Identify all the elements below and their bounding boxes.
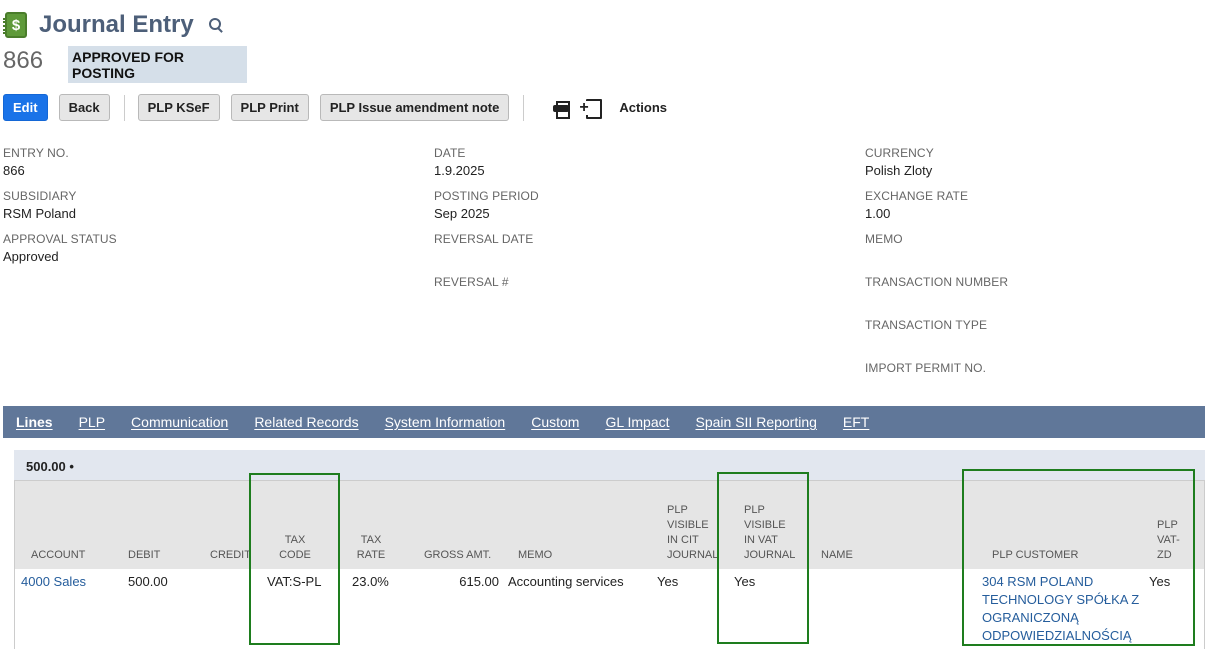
plp-ksef-button[interactable]: PLP KSeF	[137, 94, 220, 121]
column-header-memo: MEMO	[518, 549, 553, 561]
column-header-plp-visible-cit: PLP VISIBLE IN CIT JOURNAL	[667, 504, 719, 561]
status-badge: APPROVED FOR POSTING	[68, 46, 247, 83]
field-exchange-rate: EXCHANGE RATE 1.00	[865, 189, 968, 221]
field-label: MEMO	[865, 232, 903, 246]
field-import-permit: IMPORT PERMIT NO.	[865, 361, 986, 378]
title-row: $ Journal Entry	[3, 10, 224, 40]
column-header-tax-rate: TAX RATE	[356, 534, 386, 561]
tab-custom[interactable]: Custom	[531, 414, 579, 430]
column-header-debit: DEBIT	[128, 549, 161, 561]
field-label: POSTING PERIOD	[434, 189, 539, 203]
journal-dollar-icon: $	[3, 12, 27, 38]
cell-debit: 500.00	[128, 574, 168, 589]
column-header-name: NAME	[821, 549, 853, 561]
field-value: Sep 2025	[434, 206, 490, 221]
cell-account-link[interactable]: 4000 Sales	[21, 573, 86, 591]
field-memo: MEMO	[865, 232, 903, 249]
field-label: TRANSACTION NUMBER	[865, 275, 1009, 289]
field-posting-period: POSTING PERIOD Sep 2025	[434, 189, 539, 221]
cell-memo: Accounting services	[508, 574, 624, 589]
field-value: 866	[3, 163, 25, 178]
column-header-credit: CREDIT	[210, 549, 251, 561]
subtab-expenses-lines[interactable]: 500.00 •	[14, 452, 86, 480]
plp-amendment-button[interactable]: PLP Issue amendment note	[319, 94, 510, 121]
field-transaction-number: TRANSACTION NUMBER	[865, 275, 1008, 292]
plp-print-button[interactable]: PLP Print	[230, 94, 309, 121]
highlight-box-vat-journal	[717, 472, 809, 644]
field-reversal-number: REVERSAL #	[434, 275, 509, 292]
new-document-icon[interactable]	[579, 98, 603, 119]
field-value: 1.9.2025	[434, 163, 485, 178]
field-value: 1.00	[865, 206, 891, 221]
tab-system-information[interactable]: System Information	[385, 414, 506, 430]
field-label: APPROVAL STATUS	[3, 232, 117, 246]
search-icon[interactable]	[208, 17, 224, 33]
toolbar: Edit Back PLP KSeF PLP Print PLP Issue a…	[3, 94, 667, 121]
cell-tax-rate: 23.0%	[352, 574, 389, 589]
page-title: Journal Entry	[39, 11, 194, 38]
tab-bar: Lines PLP Communication Related Records …	[3, 406, 1205, 438]
field-entry-no: ENTRY NO. 866	[3, 146, 69, 178]
field-label: REVERSAL #	[434, 275, 509, 289]
actions-menu[interactable]: Actions	[619, 100, 667, 115]
field-date: DATE 1.9.2025	[434, 146, 485, 178]
tab-eft[interactable]: EFT	[843, 414, 869, 430]
tab-plp[interactable]: PLP	[79, 414, 105, 430]
print-icon[interactable]	[553, 100, 571, 119]
field-label: ENTRY NO.	[3, 146, 69, 160]
field-label: TRANSACTION TYPE	[865, 318, 988, 332]
highlight-box-tax-code	[249, 473, 340, 645]
column-header-account: ACCOUNT	[31, 549, 86, 561]
tab-communication[interactable]: Communication	[131, 414, 228, 430]
highlight-box-customer-vatzd	[962, 469, 1195, 646]
record-number: 866	[3, 47, 44, 74]
field-label: REVERSAL DATE	[434, 232, 534, 246]
cell-gross-amt: 615.00	[459, 574, 499, 589]
field-value: Approved	[3, 249, 59, 264]
column-header-gross-amt: GROSS AMT.	[424, 549, 492, 561]
field-label: IMPORT PERMIT NO.	[865, 361, 987, 375]
tab-related-records[interactable]: Related Records	[254, 414, 358, 430]
tab-lines[interactable]: Lines	[16, 414, 53, 430]
field-value: Polish Zloty	[865, 163, 933, 178]
tab-spain-sii-reporting[interactable]: Spain SII Reporting	[696, 414, 817, 430]
cell-plp-visible-cit: Yes	[657, 574, 679, 589]
field-currency: CURRENCY Polish Zloty	[865, 146, 934, 178]
field-approval-status: APPROVAL STATUS Approved	[3, 232, 117, 264]
edit-button[interactable]: Edit	[3, 94, 48, 121]
tab-gl-impact[interactable]: GL Impact	[605, 414, 669, 430]
field-subsidiary: SUBSIDIARY RSM Poland	[3, 189, 76, 221]
field-value: RSM Poland	[3, 206, 76, 221]
back-button[interactable]: Back	[58, 94, 110, 121]
field-transaction-type: TRANSACTION TYPE	[865, 318, 987, 335]
field-reversal-date: REVERSAL DATE	[434, 232, 533, 249]
toolbar-separator	[523, 94, 525, 121]
field-label: DATE	[434, 146, 466, 160]
field-label: EXCHANGE RATE	[865, 189, 969, 203]
field-label: SUBSIDIARY	[3, 189, 77, 203]
field-label: CURRENCY	[865, 146, 934, 160]
toolbar-separator	[123, 94, 125, 121]
